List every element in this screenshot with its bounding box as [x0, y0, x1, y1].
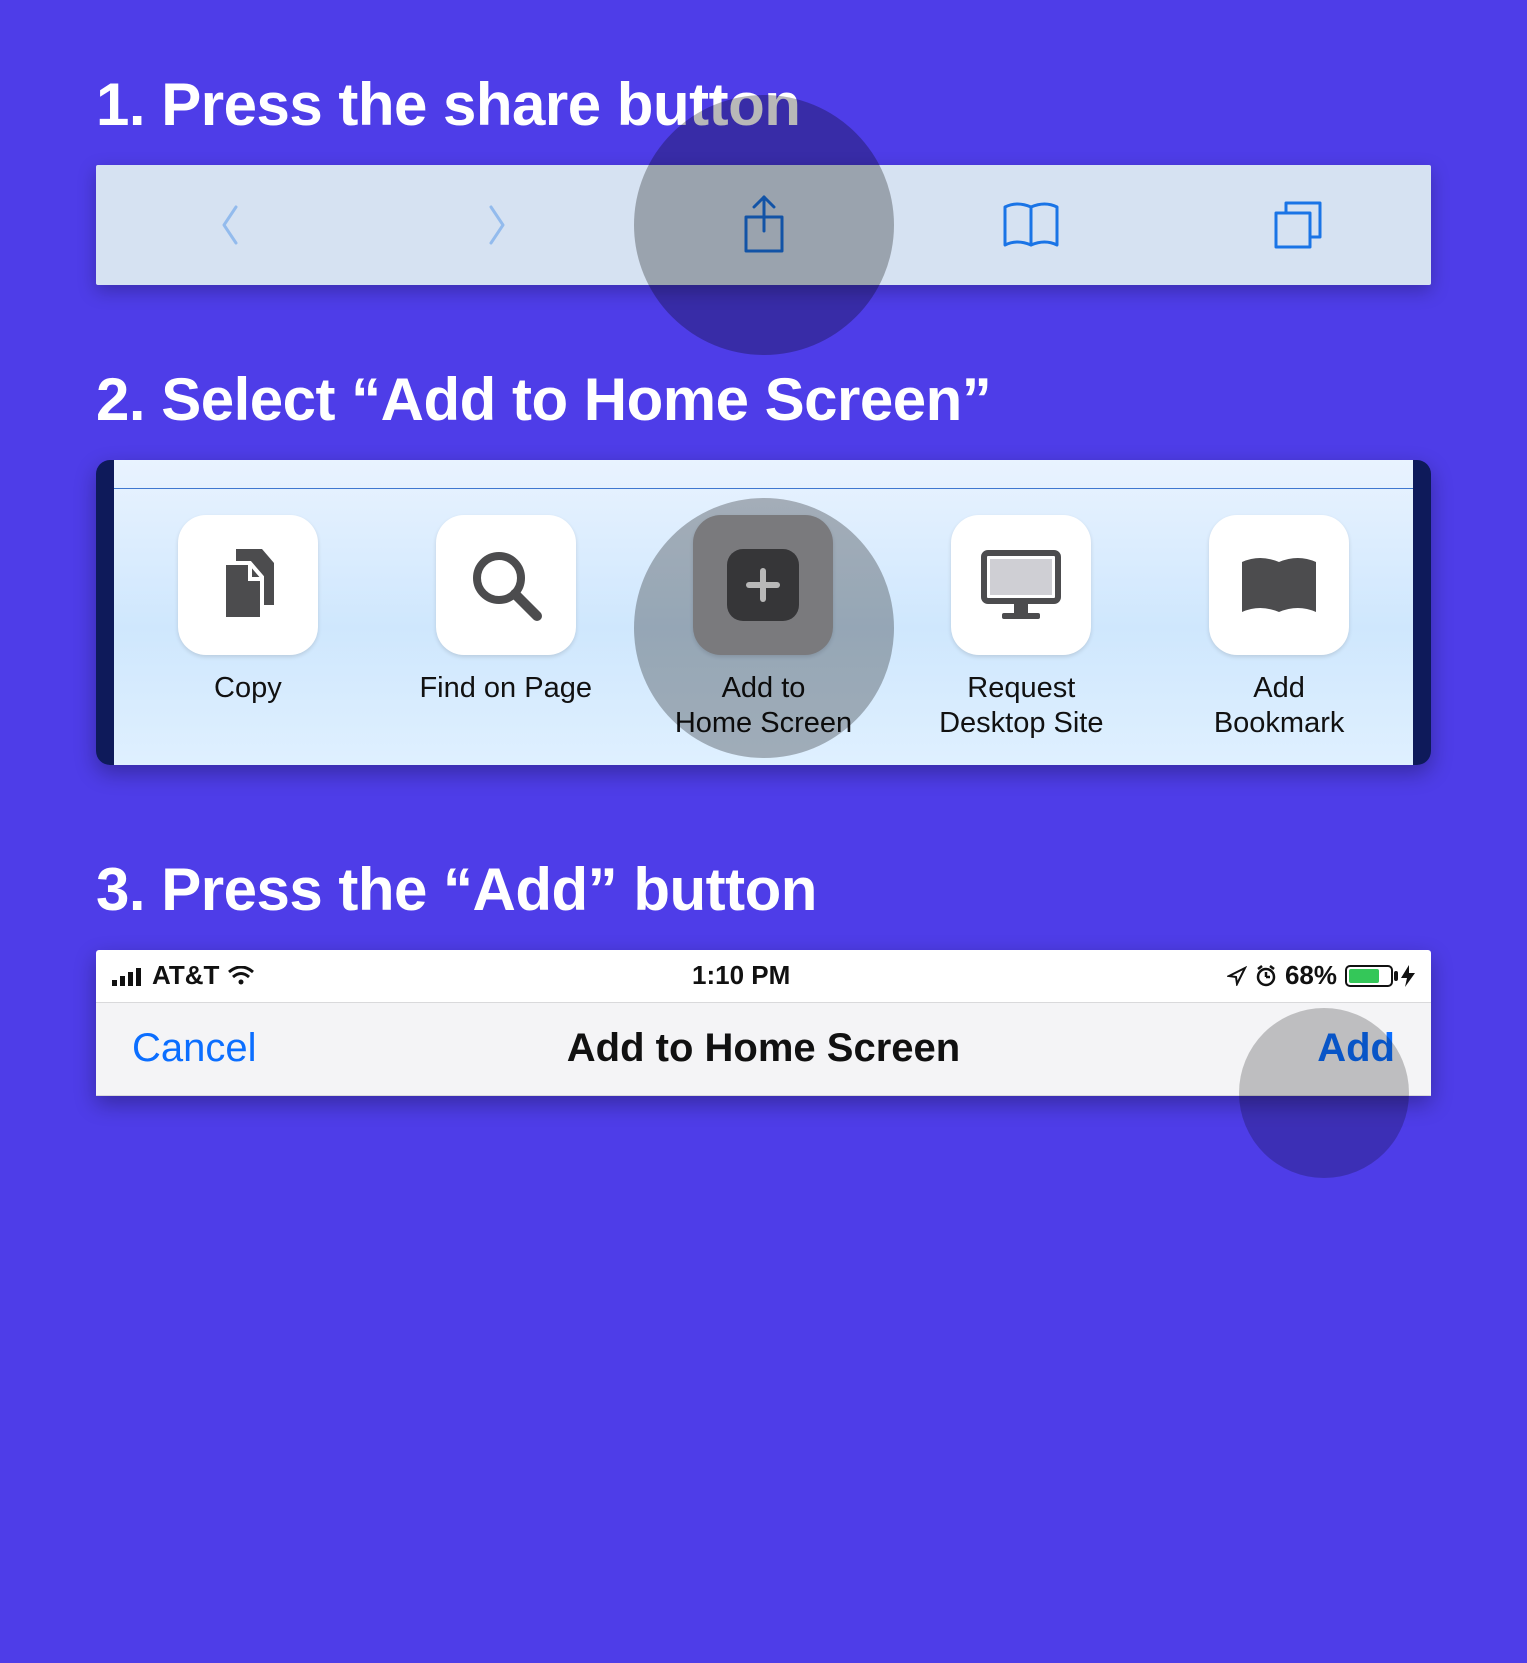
battery-fill: [1349, 969, 1379, 983]
add-button[interactable]: Add: [1317, 1026, 1395, 1071]
copy-icon: [178, 515, 318, 655]
book-icon: [1001, 199, 1061, 251]
cancel-button[interactable]: Cancel: [132, 1026, 257, 1071]
share-item-desktop[interactable]: Request Desktop Site: [899, 515, 1143, 741]
ios-add-home-sheet: AT&T 1:10 PM 68%: [96, 950, 1431, 1096]
forward-button[interactable]: [363, 201, 630, 249]
step-3-heading: 3. Press the “Add” button: [96, 855, 1431, 924]
wifi-icon: [227, 966, 255, 986]
back-button[interactable]: [96, 201, 363, 249]
signal-icon: [112, 966, 144, 986]
chevron-left-icon: [216, 201, 244, 249]
sheet-header: Cancel Add to Home Screen Add: [96, 1002, 1431, 1096]
chevron-right-icon: [483, 201, 511, 249]
divider: [114, 488, 1413, 489]
share-item-label: Find on Page: [419, 671, 592, 706]
status-bar: AT&T 1:10 PM 68%: [96, 950, 1431, 1002]
search-icon: [436, 515, 576, 655]
bookmark-icon: [1209, 515, 1349, 655]
share-action-row: Copy Find on Page Add to Home Sc: [126, 515, 1401, 741]
step-2-heading: 2. Select “Add to Home Screen”: [96, 365, 1431, 434]
status-time: 1:10 PM: [692, 960, 790, 991]
share-item-label: Add to Home Screen: [675, 671, 852, 741]
bookmarks-button[interactable]: [897, 199, 1164, 251]
share-item-label: Copy: [214, 671, 282, 706]
add-home-icon: [693, 515, 833, 655]
share-button[interactable]: [630, 193, 897, 257]
share-icon: [737, 193, 791, 257]
battery-percent: 68%: [1285, 960, 1337, 991]
sheet-title: Add to Home Screen: [567, 1026, 960, 1071]
share-item-label: Request Desktop Site: [939, 671, 1103, 741]
charging-icon: [1401, 965, 1415, 987]
share-item-add-home[interactable]: Add to Home Screen: [642, 515, 886, 741]
share-item-find[interactable]: Find on Page: [384, 515, 628, 741]
share-item-copy[interactable]: Copy: [126, 515, 370, 741]
safari-bottom-toolbar: [96, 165, 1431, 285]
desktop-icon: [951, 515, 1091, 655]
tabs-button[interactable]: [1164, 197, 1431, 253]
step-1-heading: 1. Press the share button: [96, 70, 1431, 139]
alarm-icon: [1255, 965, 1277, 987]
battery-icon: [1345, 965, 1393, 987]
share-item-label: Add Bookmark: [1214, 671, 1345, 741]
carrier-label: AT&T: [152, 960, 219, 991]
location-icon: [1227, 966, 1247, 986]
share-sheet: Copy Find on Page Add to Home Sc: [96, 460, 1431, 765]
tabs-icon: [1270, 197, 1326, 253]
share-item-bookmark[interactable]: Add Bookmark: [1157, 515, 1401, 741]
